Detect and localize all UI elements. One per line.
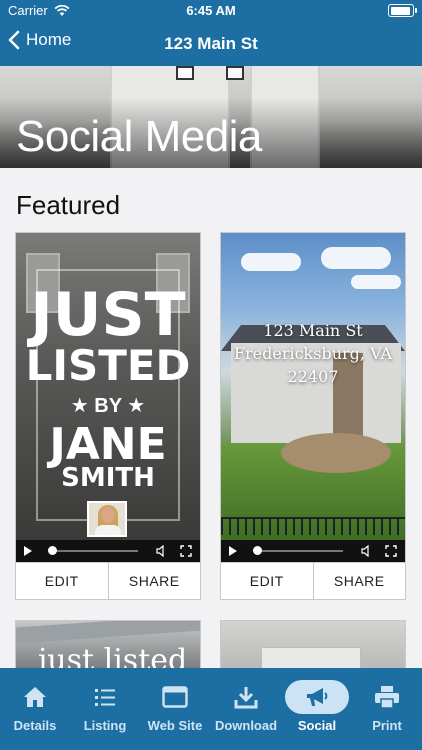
video-controls — [16, 540, 200, 562]
cloud-shape — [351, 275, 401, 289]
card-actions: EDIT SHARE — [16, 562, 200, 599]
volume-icon[interactable] — [361, 545, 373, 557]
progress-knob[interactable] — [253, 546, 262, 555]
fullscreen-icon[interactable] — [385, 545, 397, 557]
battery-fill — [390, 6, 410, 15]
hero-picture-frame — [176, 66, 194, 80]
edit-button[interactable]: EDIT — [16, 563, 108, 599]
featured-card-just-listed: JUST LISTED ★ BY ★ JANE SMITH EDIT SHARE — [15, 232, 201, 600]
fullscreen-icon[interactable] — [180, 545, 192, 557]
agent-last-name: SMITH — [61, 463, 155, 493]
share-button[interactable]: SHARE — [312, 563, 406, 599]
tab-social[interactable]: Social — [282, 668, 352, 750]
navigation-bar: Home 123 Main St — [0, 24, 422, 64]
progress-track[interactable] — [255, 550, 343, 552]
battery-icon — [388, 4, 417, 17]
featured-card-address: 123 Main St Fredericksburg, VA 22407 EDI… — [220, 232, 406, 600]
agent-photo-face — [101, 507, 115, 523]
by-text: BY — [94, 395, 122, 417]
megaphone-icon — [303, 684, 331, 710]
back-button[interactable]: Home — [8, 30, 71, 50]
home-icon — [21, 684, 49, 710]
progress-knob[interactable] — [48, 546, 57, 555]
patio — [281, 433, 391, 473]
agent-first-name: JANE — [49, 419, 167, 470]
address-street: 123 Main St — [263, 321, 363, 340]
printer-icon — [373, 684, 401, 710]
hero-picture-frame — [226, 66, 244, 80]
featured-heading: Featured — [16, 190, 121, 220]
agent-photo — [87, 501, 127, 537]
featured-card-partial[interactable] — [220, 620, 406, 670]
by-line: ★ BY ★ — [70, 395, 146, 417]
edit-button[interactable]: EDIT — [221, 563, 313, 599]
partial-card-text: just listed — [38, 643, 188, 670]
fence — [221, 517, 405, 535]
tab-label: Download — [214, 718, 278, 733]
volume-icon[interactable] — [156, 545, 168, 557]
roof-shape — [16, 621, 200, 644]
status-bar: Carrier 6:45 AM — [0, 0, 422, 22]
video-preview[interactable]: 123 Main St Fredericksburg, VA 22407 — [221, 233, 405, 540]
listed-text: LISTED — [25, 341, 191, 390]
tab-label: Web Site — [147, 718, 203, 733]
share-button[interactable]: SHARE — [107, 563, 201, 599]
tab-label: Social — [297, 718, 337, 733]
address-city: Fredericksburg, VA — [233, 344, 393, 363]
play-icon[interactable] — [24, 546, 32, 556]
agent-photo-body — [95, 525, 121, 535]
hero-banner: Social Media — [0, 66, 422, 168]
download-icon — [232, 684, 260, 710]
progress-track[interactable] — [50, 550, 138, 552]
cloud-shape — [241, 253, 301, 271]
chevron-left-icon — [8, 30, 20, 50]
placeholder-shape — [261, 647, 361, 669]
browser-icon — [161, 684, 189, 710]
tab-listing[interactable]: Listing — [70, 668, 140, 750]
tab-download[interactable]: Download — [210, 668, 282, 750]
back-label: Home — [26, 30, 72, 49]
tab-label: Details — [13, 718, 57, 733]
cloud-shape — [321, 247, 391, 269]
address-zip: 22407 — [287, 367, 339, 386]
clock: 6:45 AM — [186, 3, 236, 18]
hero-heading: Social Media — [16, 112, 262, 161]
just-text: JUST — [30, 280, 186, 350]
play-icon[interactable] — [229, 546, 237, 556]
tab-web-site[interactable]: Web Site — [140, 668, 210, 750]
tab-bar: Details Listing Web Site Download Social… — [0, 668, 422, 750]
tab-label: Listing — [83, 718, 127, 733]
tab-print[interactable]: Print — [352, 668, 422, 750]
top-bar: Carrier 6:45 AM Home 123 Main St — [0, 0, 422, 66]
video-controls — [221, 540, 405, 562]
video-preview[interactable]: JUST LISTED ★ BY ★ JANE SMITH — [16, 233, 200, 540]
tab-label: Print — [372, 718, 402, 733]
tab-details[interactable]: Details — [0, 668, 70, 750]
list-icon — [91, 684, 119, 710]
featured-card-partial[interactable]: just listed — [15, 620, 201, 670]
card-actions: EDIT SHARE — [221, 562, 405, 599]
